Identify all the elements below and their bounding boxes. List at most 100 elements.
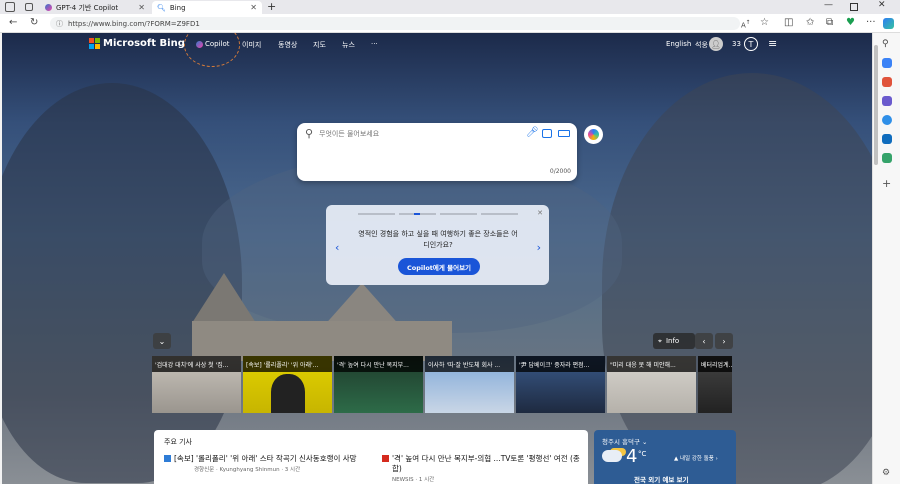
edge-sidebar: ⚲ + ⚙ [872, 33, 900, 484]
add-sidebar-item-icon[interactable]: + [882, 178, 892, 189]
favorite-star-icon[interactable]: ☆ [760, 18, 769, 28]
news-source: 경향신문 · Kyunghyang Shinmun · 3 시간 [194, 467, 301, 473]
info-icon: ⓘ [56, 19, 63, 28]
news-tile[interactable]: '격' 높여 다시 만난 복지부... [334, 356, 423, 413]
window-menu-icon[interactable] [5, 2, 15, 12]
refresh-icon[interactable]: ↻ [30, 18, 38, 28]
news-item[interactable]: [속보] '롤리폴리' '위 아래' 스타 작곡기 신사동호랭이 사망 경향신문… [164, 454, 364, 473]
favorites-icon[interactable]: ✩ [806, 18, 814, 28]
visual-search-icon[interactable] [542, 129, 552, 138]
nav-maps[interactable]: 지도 [313, 40, 326, 50]
weather-more[interactable]: 전국 외기 예보 보기 [634, 474, 689, 484]
back-icon[interactable]: ← [9, 18, 17, 28]
news-headline: '격' 높여 다시 만난 복지부-의협 ...TV토론 '평행선' 여전 (종합… [392, 454, 580, 473]
news-tile[interactable]: '尹 답베이크' 중자라 편점... [516, 356, 605, 413]
news-tile[interactable]: '검대강 대치'에 사상 첫 '집... [152, 356, 241, 413]
tab-actions-icon[interactable] [25, 3, 33, 11]
split-screen-icon[interactable]: ◫ [784, 18, 793, 28]
read-aloud-icon[interactable]: A↑ [741, 18, 751, 30]
search-icon: ⚲ [305, 127, 314, 140]
weather-location[interactable]: 청주시 흥덕구 ⌄ [602, 436, 647, 446]
weather-alert[interactable]: ▲ 내일 강한 돌풍 › [674, 454, 718, 462]
scrollbar-thumb[interactable] [874, 45, 878, 165]
next-image-button[interactable]: › [715, 333, 733, 349]
tile-caption: 베터리업계... [698, 356, 732, 372]
temperature-unit: °C [638, 450, 647, 458]
rewards-icon[interactable]: T [744, 37, 758, 51]
tab-copilot[interactable]: GPT-4 기반 Copilot ✕ [40, 1, 150, 14]
chevron-right-icon: › [715, 456, 718, 462]
location-pin-icon: ⌖ [658, 336, 662, 345]
more-menu-icon[interactable]: ··· [866, 18, 876, 28]
keyboard-icon[interactable] [558, 130, 570, 137]
nav-videos[interactable]: 동영상 [278, 40, 297, 50]
info-button[interactable]: ⌖ Info [653, 333, 695, 349]
copilot-button[interactable] [584, 125, 603, 144]
nav-news[interactable]: 뉴스 [342, 40, 355, 50]
collapse-button[interactable]: ⌄ [153, 333, 171, 349]
news-tile[interactable]: [속보] '롤리폴리' '위 아래'... [243, 356, 332, 413]
search-input[interactable] [319, 128, 509, 140]
news-tile[interactable]: 베터리업계... [698, 356, 732, 413]
search-box[interactable]: ⚲ 🎤︎ 0/2000 [297, 123, 577, 181]
monastery-roof [192, 273, 256, 323]
close-icon[interactable]: ✕ [537, 209, 543, 217]
carousel-indicator [358, 213, 518, 215]
tab-title: GPT-4 기반 Copilot [56, 3, 119, 12]
tile-caption: [속보] '롤리폴리' '위 아래'... [243, 356, 332, 372]
copilot-edge-icon[interactable] [883, 18, 894, 29]
tab-title: Bing [169, 3, 186, 12]
rewards-points[interactable]: 33 [732, 40, 741, 48]
url-text: https://www.bing.com/?FORM=Z9FD1 [68, 19, 200, 28]
designer-icon[interactable] [882, 153, 892, 163]
news-headline: [속보] '롤리폴리' '위 아래' 스타 작곡기 신사동호랭이 사망 [174, 454, 357, 463]
hamburger-menu-icon[interactable]: ≡ [768, 37, 777, 50]
background-forest [602, 73, 872, 484]
tools-icon[interactable] [882, 77, 892, 87]
games-icon[interactable] [882, 96, 892, 106]
tile-caption: 이사하 '따·잘 반도체 회사 ... [425, 356, 514, 372]
chevron-right-icon[interactable]: › [537, 241, 541, 254]
close-tab-icon[interactable]: ✕ [250, 3, 257, 12]
weather-card[interactable]: 청주시 흥덕구 ⌄ 4 °C ▲ 내일 강한 돌풍 › 전국 외기 예보 보기 [594, 430, 736, 484]
sidebar-settings-icon[interactable]: ⚙ [882, 468, 892, 478]
address-bar: ← ↻ ⓘ https://www.bing.com/?FORM=Z9FD1 A… [0, 14, 900, 33]
bing-logo[interactable]: Microsoft Bing [89, 38, 185, 49]
news-item[interactable]: '격' 높여 다시 만난 복지부-의협 ...TV토론 '평행선' 여전 (종합… [382, 454, 582, 483]
microsoft-logo-icon [89, 38, 100, 49]
bing-homepage: Microsoft Bing Copilot 이미지 동영상 지도 뉴스 ···… [2, 33, 872, 484]
news-tile[interactable]: 이사하 '따·잘 반도체 회사 ... [425, 356, 514, 413]
microsoft365-icon[interactable] [882, 115, 892, 125]
maximize-button[interactable] [850, 3, 858, 11]
close-window-button[interactable]: ✕ [878, 0, 886, 10]
user-name[interactable]: 석웅 [695, 40, 708, 50]
collections-icon[interactable]: ⧉ [826, 18, 833, 28]
url-field[interactable]: ⓘ https://www.bing.com/?FORM=Z9FD1 [50, 17, 740, 30]
shopping-tag-icon[interactable] [882, 58, 892, 68]
news-tile[interactable]: "미리 대응 못 해 미안해... [607, 356, 696, 413]
tab-bing[interactable]: 🔍︎ Bing ✕ [152, 1, 262, 14]
tile-caption: "미리 대응 못 해 미안해... [607, 356, 696, 372]
extensions-icon[interactable]: ♥ [846, 18, 855, 28]
source-logo-icon [382, 455, 389, 462]
search-icon[interactable]: ⚲ [882, 39, 892, 49]
monastery-walls [192, 321, 452, 361]
nav-more[interactable]: ··· [371, 40, 378, 48]
chevron-left-icon[interactable]: ‹ [335, 241, 339, 254]
news-source: NEWSIS · 1 시간 [392, 477, 435, 483]
minimize-button[interactable]: — [824, 0, 833, 10]
language-link[interactable]: English [666, 40, 691, 48]
outlook-icon[interactable] [882, 134, 892, 144]
copilot-prompt-card: ✕ ‹ › 영적인 경험을 하고 싶을 때 여행하기 좋은 장소들은 어디인가요… [326, 205, 549, 285]
microphone-icon[interactable]: 🎤︎ [526, 127, 539, 138]
nav-images[interactable]: 이미지 [242, 40, 261, 50]
previous-image-button[interactable]: ‹ [695, 333, 713, 349]
new-tab-button[interactable]: + [267, 0, 276, 13]
avatar[interactable]: 👤︎ [709, 37, 723, 51]
cloud-sun-icon [602, 450, 622, 462]
close-tab-icon[interactable]: ✕ [138, 3, 145, 12]
tile-caption: '검대강 대치'에 사상 첫 '집... [152, 356, 241, 372]
source-logo-icon [164, 455, 171, 462]
ask-copilot-button[interactable]: Copilot에게 물어보기 [398, 258, 480, 275]
section-title: 주요 기사 [164, 438, 192, 446]
